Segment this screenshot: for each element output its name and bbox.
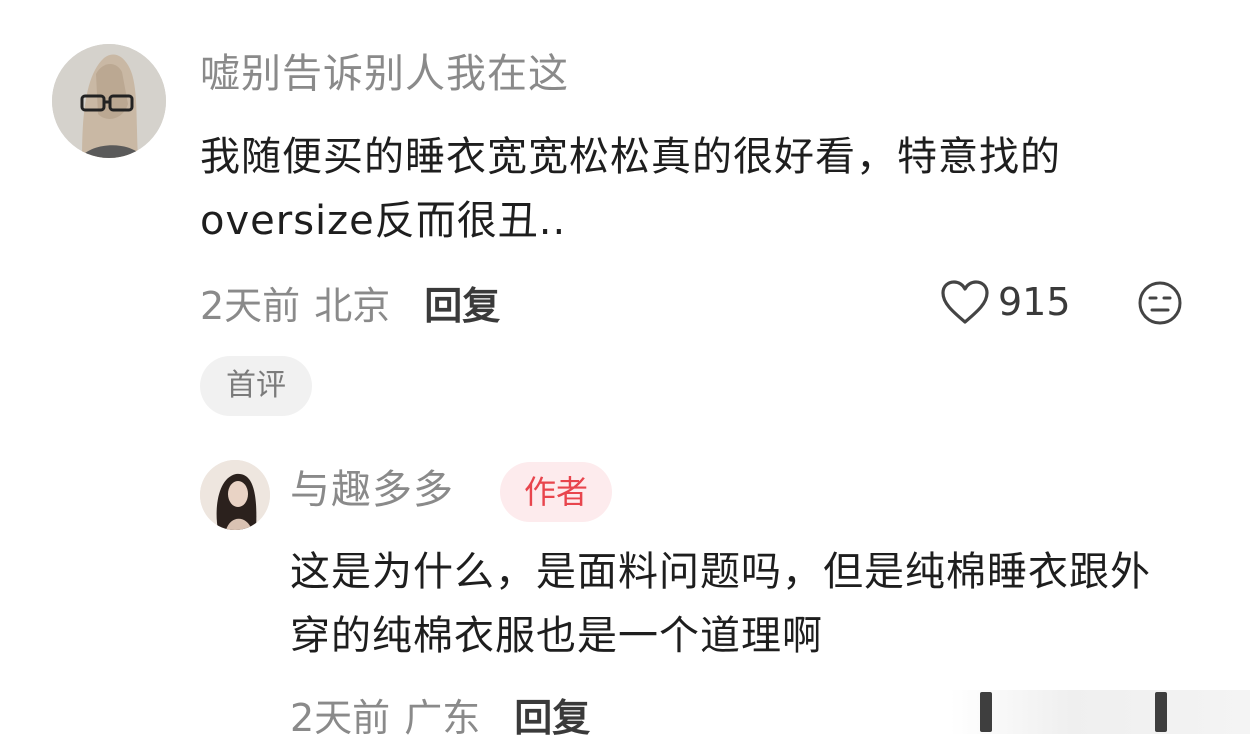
heart-outline-icon [941,280,989,324]
reply-location: 广东 [404,695,481,740]
comment-thread: 嘘别告诉别人我在这 我随便买的睡衣宽宽松松真的很好看，特意找的oversize反… [0,0,1260,747]
fade-mark [1155,692,1167,732]
reply-meta: 2天前 广东 回复 [290,684,590,744]
username[interactable]: 嘘别告诉别人我在这 [200,44,569,104]
reply-text: 这是为什么，是面料问题吗，但是纯棉睡衣跟外穿的纯棉衣服也是一个道理啊 [290,549,1151,659]
comment-text: 我随便买的睡衣宽宽松松真的很好看，特意找的oversize反而很丑.. [200,134,1061,244]
fade-overlay [950,690,1250,734]
first-comment-badge: 首评 [200,356,312,416]
comment-location: 北京 [314,283,391,328]
reply-button[interactable]: 回复 [424,275,500,330]
author-badge: 作者 [500,462,612,522]
comment-time: 2天前 [200,283,301,328]
like-count: 915 [998,280,1071,324]
reply-username[interactable]: 与趣多多 [290,460,454,520]
avatar-image [200,460,270,530]
like-button[interactable]: 915 [940,272,1071,332]
reply-avatar[interactable] [200,460,270,530]
avatar-image [52,44,166,158]
comment-meta: 2天前 北京 回复 [200,272,500,332]
meh-face-icon[interactable] [1136,279,1184,327]
reply-time: 2天前 [290,695,391,740]
reply-reply-button[interactable]: 回复 [514,687,590,742]
avatar[interactable] [52,44,166,158]
fade-mark [980,692,992,732]
